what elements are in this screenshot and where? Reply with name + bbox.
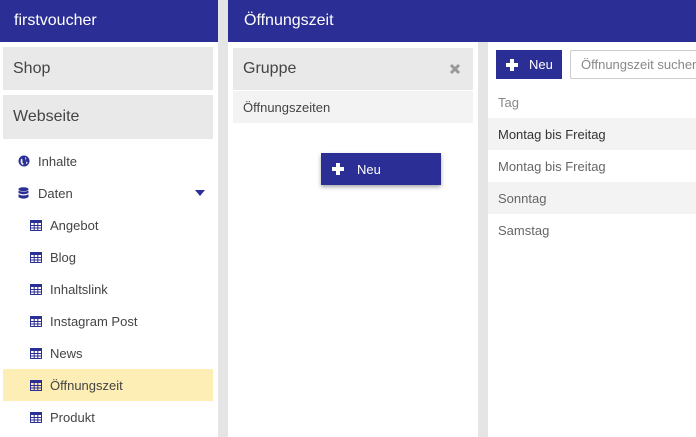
sidebar-item-blog[interactable]: Blog: [3, 241, 213, 273]
table-icon: [29, 219, 42, 232]
sidebar-item-label: News: [50, 345, 83, 361]
column-header-tag[interactable]: Tag: [488, 86, 696, 118]
new-button-label: Neu: [529, 57, 553, 72]
new-record-button[interactable]: Neu: [496, 50, 562, 79]
sidebar-section-webseite[interactable]: Webseite: [3, 95, 213, 139]
table-row[interactable]: Montag bis Freitag: [488, 150, 696, 182]
sidebar-item-label: Instagram Post: [50, 313, 138, 329]
sidebar: firstvoucher Shop Webseite Inhalte Daten…: [0, 0, 218, 437]
sidebar-item-label: Daten: [38, 185, 73, 201]
sidebar-item-news[interactable]: News: [3, 337, 213, 369]
table-row[interactable]: Montag bis Freitag: [488, 118, 696, 150]
gruppe-title: Gruppe: [243, 60, 297, 77]
table-icon: [29, 315, 42, 328]
sidebar-item-label: Inhalte: [38, 153, 78, 169]
records-toolbar: Neu: [496, 50, 696, 79]
sidebar-item-label: Inhaltslink: [50, 281, 108, 297]
sidebar-item-label: Blog: [50, 249, 77, 265]
page-title: Öffnungszeit: [228, 0, 696, 42]
gruppe-new-button[interactable]: Neu: [321, 153, 441, 185]
table-icon: [29, 283, 42, 296]
table-row[interactable]: Samstag: [488, 214, 696, 246]
table-icon: [29, 251, 42, 264]
panel-divider: [478, 42, 488, 437]
sidebar-item-oeffnungszeit[interactable]: Öffnungszeit: [3, 369, 213, 401]
sidebar-item-label: Öffnungszeit: [50, 377, 123, 393]
sidebar-item-daten[interactable]: Daten: [3, 177, 213, 209]
table-row[interactable]: Sonntag: [488, 182, 696, 214]
sidebar-item-produkt[interactable]: Produkt: [3, 401, 213, 433]
sidebar-item-inhaltslink[interactable]: Inhaltslink: [3, 273, 213, 305]
plus-icon: [332, 163, 344, 175]
search-input[interactable]: [570, 50, 696, 79]
sidebar-item-label: Produkt: [50, 409, 95, 425]
globe-icon: [17, 155, 30, 168]
sidebar-nav: Inhalte Daten Angebot Blog Inhaltslink I…: [0, 145, 218, 433]
table-icon: [29, 379, 42, 392]
main-panel: Öffnungszeit Gruppe Öffnungszeiten Neu N…: [228, 0, 696, 437]
app-window: firstvoucher Shop Webseite Inhalte Daten…: [0, 0, 696, 437]
table-icon: [29, 411, 42, 424]
table-icon: [29, 347, 42, 360]
sidebar-item-label: Angebot: [50, 217, 99, 233]
gruppe-panel: Gruppe Öffnungszeiten Neu: [228, 42, 478, 437]
sidebar-item-inhalte[interactable]: Inhalte: [3, 145, 213, 177]
chevron-down-icon[interactable]: [195, 190, 205, 196]
app-title: firstvoucher: [0, 0, 218, 42]
records-panel: Neu Tag Montag bis Freitag Montag bis Fr…: [488, 42, 696, 437]
close-icon[interactable]: [449, 62, 461, 75]
gruppe-list-item[interactable]: Öffnungszeiten: [233, 91, 473, 123]
database-icon: [17, 186, 30, 200]
plus-icon: [506, 58, 518, 71]
sidebar-item-instagram-post[interactable]: Instagram Post: [3, 305, 213, 337]
sidebar-section-shop[interactable]: Shop: [3, 47, 213, 90]
sidebar-item-angebot[interactable]: Angebot: [3, 209, 213, 241]
gruppe-header: Gruppe: [233, 48, 473, 90]
new-button-label: Neu: [357, 161, 381, 177]
